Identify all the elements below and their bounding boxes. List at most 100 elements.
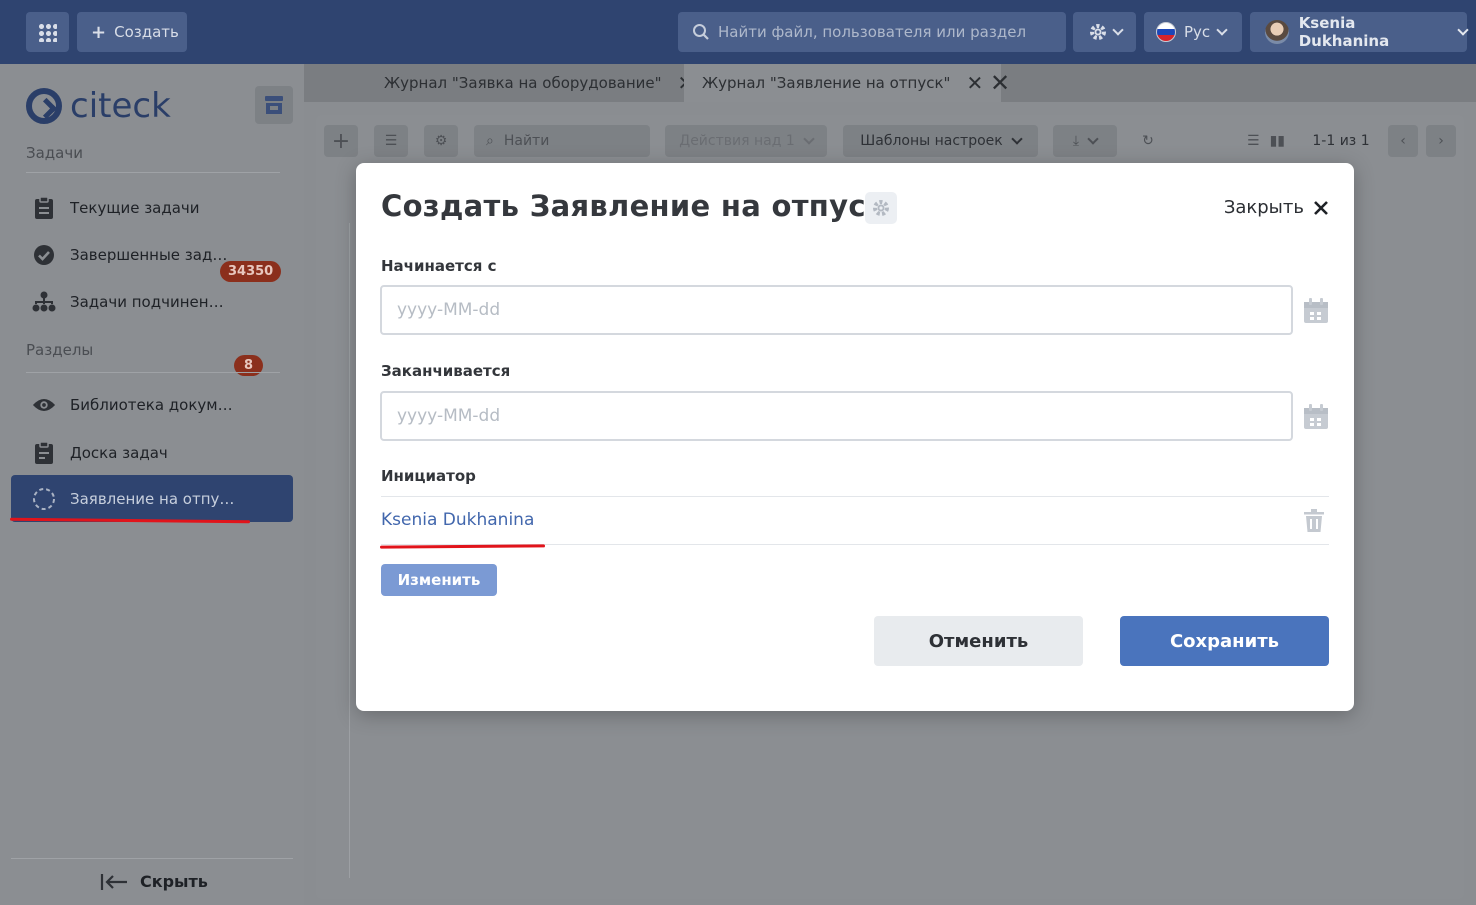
start-date-input[interactable] (380, 285, 1293, 335)
bulk-actions-dropdown[interactable]: Действия над 1 (665, 125, 827, 157)
clipboard-icon (32, 440, 56, 465)
chevron-down-icon (1087, 133, 1099, 145)
save-button[interactable]: Сохранить (1120, 616, 1329, 666)
chevron-left-icon: ‹ (1400, 133, 1406, 149)
citeck-logo-icon (26, 88, 62, 124)
cancel-button[interactable]: Отменить (874, 616, 1083, 666)
list-view-icon: ☰ (1247, 133, 1260, 149)
trash-icon[interactable] (1303, 509, 1325, 533)
sidebar-item-label: Задачи подчиненных (70, 292, 230, 311)
flag-ru-icon (1156, 22, 1176, 42)
global-search-placeholder: Найти файл, пользователя или раздел (718, 23, 1027, 41)
close-label: Закрыть (1223, 197, 1304, 218)
settings-menu-button[interactable] (1073, 12, 1136, 52)
top-header: + Создать Найти файл, пользователя или р… (0, 0, 1476, 64)
form-settings-button[interactable] (865, 192, 897, 224)
initiator-field: Ksenia Dukhanina (381, 496, 1329, 545)
tab-equipment-journal[interactable]: Журнал "Заявка на оборудование" ✕ (384, 64, 694, 102)
collapse-left-icon (100, 873, 127, 890)
journal-settings-button[interactable]: ⚙ (424, 125, 458, 157)
prev-page-button[interactable]: ‹ (1388, 125, 1418, 157)
close-icon[interactable]: ✕ (966, 71, 983, 95)
sidebar-item-label: Доска задач (70, 443, 168, 462)
eye-icon (32, 393, 56, 417)
sidebar-item-label: Заявление на отпуск (70, 489, 235, 508)
sidebar-item-label: Библиотека документов (70, 395, 235, 414)
sidebar: citeck Задачи Текущие задачи 34350 Завер… (0, 64, 304, 905)
sidebar-item-vacation-request[interactable]: Заявление на отпуск (11, 475, 293, 522)
sidebar-item-current-tasks[interactable]: Текущие задачи (11, 184, 293, 231)
sidebar-item-completed-tasks[interactable]: Завершенные задачи (11, 231, 293, 278)
bulk-actions-label: Действия над 1 (679, 133, 795, 149)
calendar-icon[interactable] (1302, 403, 1330, 431)
plus-icon: + (331, 128, 351, 154)
initiator-link[interactable]: Ksenia Dukhanina (381, 510, 534, 530)
annotation-underline (379, 544, 546, 549)
columns-view-icon: ▮▮ (1269, 133, 1285, 149)
filter-settings-button[interactable]: ☰ (374, 125, 408, 157)
chevron-down-icon (1011, 133, 1023, 145)
grid-icon (38, 23, 57, 42)
calendar-icon[interactable] (1302, 297, 1330, 325)
divider (26, 172, 280, 173)
sidebar-item-document-library[interactable]: Библиотека документов (11, 381, 293, 428)
divider (11, 858, 293, 859)
sliders-icon: ☰ (384, 133, 398, 149)
end-date-input[interactable] (380, 391, 1293, 441)
avatar (1265, 20, 1289, 44)
global-search-input[interactable]: Найти файл, пользователя или раздел (678, 12, 1066, 52)
close-icon: ✕ (990, 69, 1011, 97)
sidebar-item-label: Текущие задачи (70, 198, 200, 217)
tab-label: Журнал "Заявление на отпуск" (702, 74, 951, 92)
clipboard-icon (32, 195, 56, 220)
create-label: Создать (114, 23, 179, 41)
citeck-logo[interactable]: citeck (26, 86, 171, 126)
close-all-tabs-button[interactable]: ✕ (990, 64, 1010, 102)
language-selector[interactable]: Рус (1144, 12, 1242, 52)
journal-search-input[interactable]: ⌕ Найти (474, 125, 650, 157)
modal-title: Создать Заявление на отпуск (381, 189, 886, 223)
section-title-tasks: Задачи (26, 144, 83, 162)
divider (26, 372, 280, 373)
tab-vacation-journal[interactable]: Журнал "Заявление на отпуск" ✕ (684, 64, 1002, 102)
gear-icon: ⚙ (434, 133, 448, 149)
view-mode-toggle[interactable]: ☰ ▮▮ (1236, 125, 1296, 157)
search-icon: ⌕ (486, 133, 494, 149)
store-button[interactable] (255, 86, 293, 124)
plus-icon: + (91, 21, 107, 43)
initiator-label: Инициатор (381, 467, 476, 485)
pagination-info: 1-1 из 1 (1312, 133, 1370, 149)
org-chart-icon (32, 290, 56, 314)
refresh-icon: ↻ (1142, 133, 1154, 149)
gear-icon (873, 200, 889, 216)
settings-templates-dropdown[interactable]: Шаблоны настроек (843, 125, 1038, 157)
templates-label: Шаблоны настроек (860, 133, 1003, 149)
start-date-label: Начинается с (381, 257, 497, 275)
end-date-label: Заканчивается (381, 362, 511, 380)
apps-menu-button[interactable] (26, 12, 69, 52)
chevron-down-icon (1216, 24, 1228, 36)
download-icon: ⤓ (1072, 133, 1080, 149)
create-vacation-request-modal: Создать Заявление на отпуск Закрыть Начи… (356, 163, 1354, 711)
dashed-circle-icon (32, 487, 56, 511)
user-menu-button[interactable]: Ksenia Dukhanina (1250, 12, 1469, 52)
chevron-down-icon (1111, 24, 1124, 36)
hide-sidebar-button[interactable]: Скрыть (100, 872, 208, 891)
language-label: Рус (1184, 23, 1211, 41)
export-dropdown[interactable]: ⤓ (1053, 125, 1117, 157)
add-record-button[interactable]: + (324, 125, 358, 157)
search-icon (693, 24, 709, 40)
chevron-down-icon (1457, 24, 1469, 36)
next-page-button[interactable]: › (1426, 125, 1456, 157)
gear-icon (1089, 24, 1106, 40)
logo-text: citeck (70, 86, 171, 126)
create-button[interactable]: + Создать (77, 12, 187, 52)
close-modal-button[interactable]: Закрыть (1224, 197, 1328, 218)
sidebar-item-subordinate-tasks[interactable]: Задачи подчиненных (11, 278, 293, 325)
sidebar-item-task-board[interactable]: Доска задач (11, 429, 293, 476)
refresh-button[interactable]: ↻ (1131, 125, 1165, 157)
tab-label: Журнал "Заявка на оборудование" (384, 74, 662, 92)
check-circle-icon (32, 243, 56, 267)
close-icon (1314, 200, 1328, 215)
change-initiator-button[interactable]: Изменить (381, 564, 497, 596)
